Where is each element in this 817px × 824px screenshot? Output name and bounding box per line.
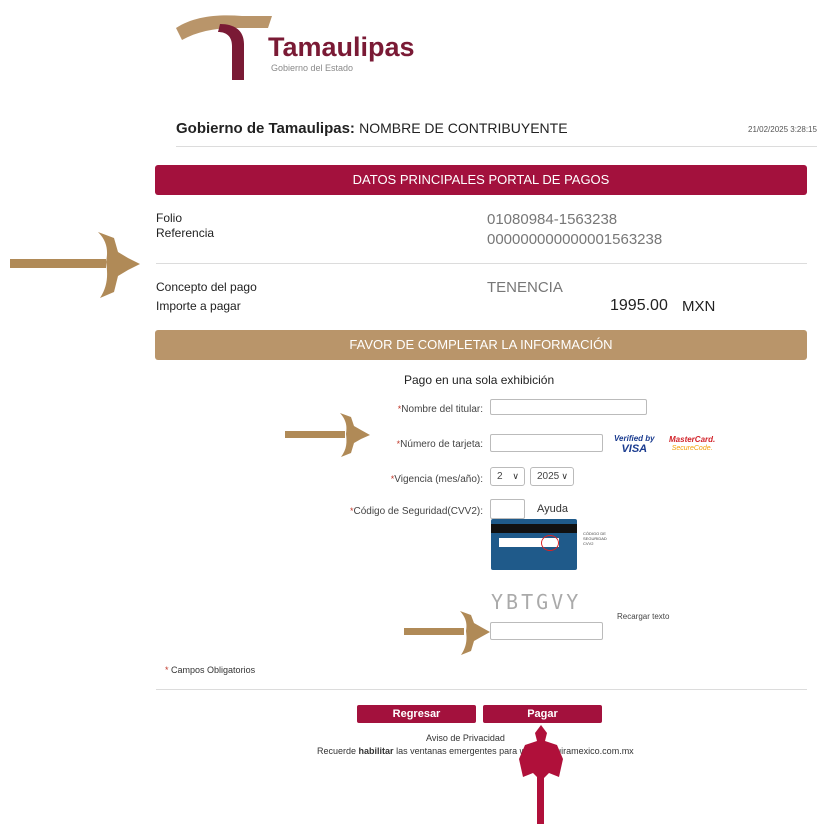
popup-notice-prefix: Recuerde [317,746,357,756]
card-number-input[interactable] [490,434,603,452]
help-link[interactable]: Ayuda [537,503,568,515]
concepto-label: Concepto del pago [156,280,257,294]
holder-name-input[interactable] [490,399,647,415]
chevron-down-icon: ∨ [561,471,568,481]
main-section-bar: DATOS PRINCIPALES PORTAL DE PAGOS [155,165,807,195]
datetime: 21/02/2025 3:28:15 P [748,125,817,134]
card-number-label: *Número de tarjeta: [380,439,483,450]
brand-subtitle: Gobierno del Estado [271,63,354,73]
payment-mode-title: Pago en una sola exhibición [404,373,555,387]
referencia-value: 000000000000001563238 [487,231,663,248]
taxpayer-line: Gobierno de Tamaulipas: NOMBRE DE CONTRI… [176,120,568,137]
taxpayer-prefix: Gobierno de Tamaulipas: [176,120,355,137]
expiry-month-value: 2 [497,471,503,482]
referencia-label: Referencia [156,226,215,240]
mastercard-securecode-logo: MasterCard. SecureCode. [669,435,715,453]
taxpayer-name: NOMBRE DE CONTRIBUYENTE [359,120,568,136]
pay-button[interactable]: Pagar [483,705,602,723]
divider [156,263,807,264]
popup-notice-bold: habilitar [358,746,394,756]
importe-value: 1995.00 [610,297,668,314]
annotation-arrow-icon [519,725,563,824]
back-button[interactable]: Regresar [357,705,476,723]
cvv-card-caption: CÓDIGO DE SEGURIDAD CVV2 [583,531,607,546]
concepto-value: TENENCIA [487,279,563,296]
importe-label: Importe a pagar [156,299,241,313]
mc-top-text: MasterCard. [669,435,716,444]
holder-name-text: Nombre del titular: [401,404,483,415]
expiry-text: Vigencia (mes/año): [394,474,483,485]
expiry-label: *Vigencia (mes/año): [380,474,483,485]
annotation-arrow-icon [10,232,140,298]
mc-bottom-text: SecureCode. [671,445,713,452]
captcha-image-text: YBTGVY [491,590,582,614]
annotation-arrow-icon [285,413,370,457]
card-number-text: Número de tarjeta: [400,439,483,450]
brand-name: Tamaulipas [268,32,415,62]
currency-label: MXN [682,298,716,315]
divider [176,146,817,147]
verified-by-visa-logo: Verified by VISA [614,434,655,455]
required-fields-text: Campos Obligatorios [171,665,256,675]
popup-notice: Recuerde habilitar las ventanas emergent… [317,746,634,756]
folio-label: Folio [156,211,183,225]
cvv-card-image [491,519,577,570]
tamaulipas-logo-icon [176,15,272,80]
reload-captcha-link[interactable]: Recargar texto [617,612,669,621]
expiry-year-value: 2025 [537,471,560,482]
captcha-input[interactable] [490,622,603,640]
visa-bottom-text: VISA [621,443,648,455]
chevron-down-icon: ∨ [512,471,519,481]
cvv-label: *Código de Seguridad(CVV2): [340,506,483,517]
privacy-notice-link[interactable]: Aviso de Privacidad [426,733,505,743]
divider [156,689,807,690]
folio-value: 01080984-1563238 [487,211,618,228]
form-section-bar: FAVOR DE COMPLETAR LA INFORMACIÓN [155,330,807,360]
expiry-month-select[interactable]: 2 ∨ [490,467,525,486]
required-mark: * [165,665,169,675]
expiry-year-select[interactable]: 2025 ∨ [530,467,574,486]
required-fields-note: * Campos Obligatorios [165,665,255,675]
cvv-input[interactable] [490,499,525,519]
holder-name-label: *Nombre del titular: [380,404,483,415]
annotation-arrow-icon [404,611,490,655]
cvv-text: Código de Seguridad(CVV2): [353,506,483,517]
